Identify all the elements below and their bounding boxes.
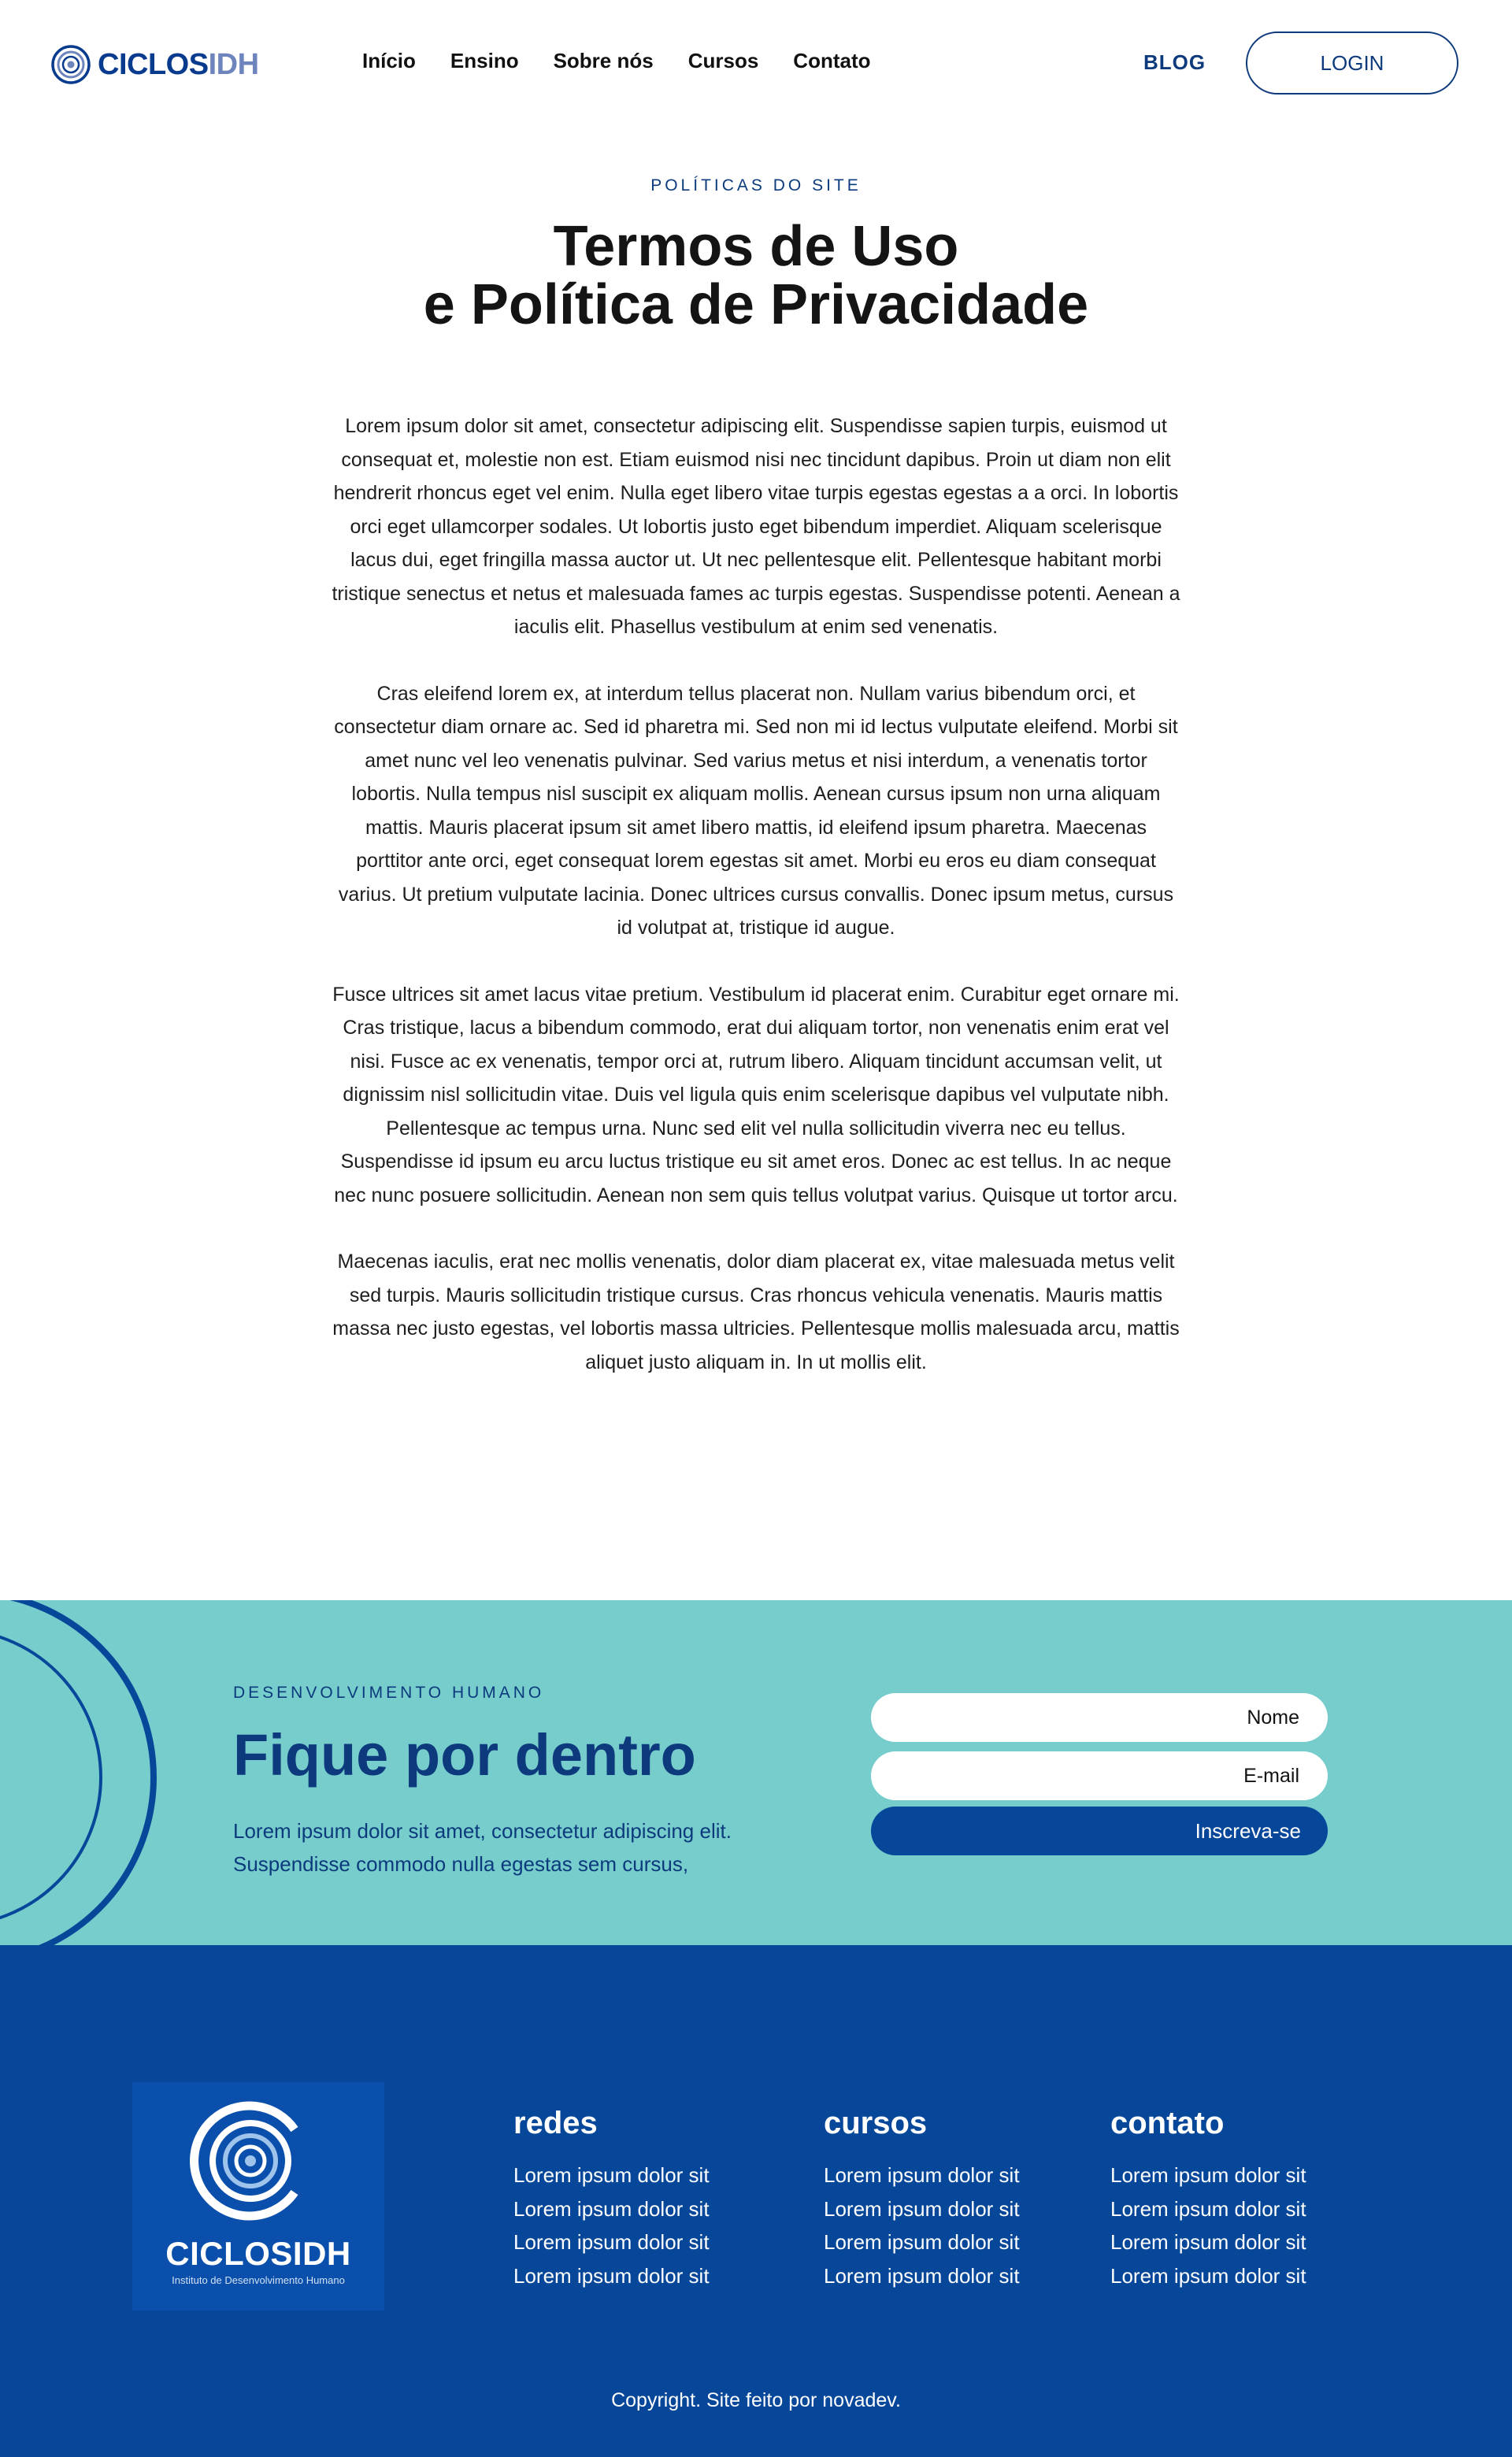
page-eyebrow: POLÍTICAS DO SITE [650,176,862,195]
footer-link[interactable]: Lorem ipsum dolor sit [1110,2159,1306,2192]
logo-secondary: IDH [208,47,259,81]
page-title-line2: e Política de Privacidade [423,273,1089,336]
footer-link[interactable]: Lorem ipsum dolor sit [513,2259,710,2293]
nav-inicio[interactable]: Início [362,49,416,73]
nav-contato[interactable]: Contato [793,49,870,73]
footer-column-cursos: cursos Lorem ipsum dolor sit Lorem ipsum… [824,2106,1020,2292]
footer-logo-subtitle: Instituto de Desenvolvimento Humano [172,2274,345,2286]
footer-link[interactable]: Lorem ipsum dolor sit [1110,2192,1306,2226]
footer-link[interactable]: Lorem ipsum dolor sit [1110,2225,1306,2259]
site-header: CICLOSIDH Início Ensino Sobre nós Cursos… [0,0,1512,126]
footer-column-redes: redes Lorem ipsum dolor sit Lorem ipsum … [513,2106,710,2292]
policy-paragraph: Maecenas iaculis, erat nec mollis venena… [332,1251,1180,1373]
footer-link[interactable]: Lorem ipsum dolor sit [513,2225,710,2259]
footer-link[interactable]: Lorem ipsum dolor sit [824,2225,1020,2259]
login-button[interactable]: LOGIN [1246,32,1458,94]
footer-logo[interactable]: CICLOSIDH Instituto de Desenvolvimento H… [132,2082,384,2311]
email-input[interactable]: E-mail [871,1751,1328,1800]
logo-spiral-icon [51,45,91,84]
decorative-arcs [0,1600,157,1945]
footer-link[interactable]: Lorem ipsum dolor sit [824,2192,1020,2226]
footer-link[interactable]: Lorem ipsum dolor sit [513,2192,710,2226]
footer-column-contato: contato Lorem ipsum dolor sit Lorem ipsu… [1110,2106,1306,2292]
policy-paragraph: Fusce ultrices sit amet lacus vitae pret… [332,983,1180,1206]
logo-spiral-icon [190,2101,298,2221]
footer-column-title: contato [1110,2106,1225,2140]
site-footer: CICLOSIDH Instituto de Desenvolvimento H… [0,1945,1512,2457]
footer-logo-wordmark: CICLOSIDH [165,2235,351,2272]
footer-column-title: redes [513,2106,598,2140]
nav-ensino[interactable]: Ensino [450,49,519,73]
site-logo[interactable]: CICLOSIDH [50,44,259,85]
footer-link[interactable]: Lorem ipsum dolor sit [824,2259,1020,2293]
footer-link[interactable]: Lorem ipsum dolor sit [824,2159,1020,2192]
newsletter-section: DESENVOLVIMENTO HUMANO Fique por dentro … [0,1600,1512,1945]
policy-paragraph: Cras eleifend lorem ex, at interdum tell… [334,682,1178,939]
nav-cursos[interactable]: Cursos [688,49,759,73]
logo-primary: CICLOS [98,47,209,81]
page-title-line1: Termos de Uso [553,215,959,278]
newsletter-title: Fique por dentro [233,1722,696,1788]
policy-body: Lorem ipsum dolor sit amet, consectetur … [331,410,1181,1412]
footer-link[interactable]: Lorem ipsum dolor sit [513,2159,710,2192]
page-title: Termos de Uso e Política de Privacidade [0,217,1512,334]
newsletter-eyebrow: DESENVOLVIMENTO HUMANO [233,1684,545,1702]
policy-paragraph: Lorem ipsum dolor sit amet, consectetur … [332,415,1180,638]
logo-wordmark: CICLOSIDH [98,48,259,82]
newsletter-description: Lorem ipsum dolor sit amet, consectetur … [233,1819,732,1876]
footer-column-title: cursos [824,2106,928,2140]
nav-sobre-nos[interactable]: Sobre nós [554,49,654,73]
name-input[interactable]: Nome [871,1693,1328,1742]
main-nav: Início Ensino Sobre nós Cursos Contato [362,49,906,73]
subscribe-button[interactable]: Inscreva-se [871,1807,1328,1855]
footer-link[interactable]: Lorem ipsum dolor sit [1110,2259,1306,2293]
blog-link[interactable]: BLOG [1143,50,1206,75]
copyright-text: Copyright. Site feito por novadev. [611,2389,901,2411]
